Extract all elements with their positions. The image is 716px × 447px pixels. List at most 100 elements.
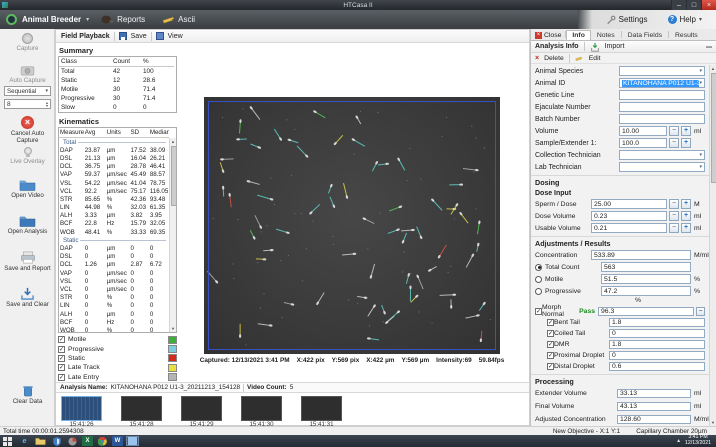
edit-button[interactable]: Edit	[589, 55, 601, 62]
checkbox[interactable]: ✓	[547, 341, 554, 348]
save-button[interactable]: Save	[131, 33, 147, 40]
text-field[interactable]: 0	[609, 351, 705, 360]
tray-expand-icon[interactable]: ▲	[676, 438, 681, 444]
dropdown-field[interactable]: ▾	[619, 66, 705, 76]
app-menu-caret-icon[interactable]: ▾	[86, 16, 89, 23]
text-field[interactable]: 100.0	[619, 138, 667, 148]
dropdown-field[interactable]: ▾	[619, 162, 705, 172]
radio-button[interactable]	[535, 288, 542, 295]
video-thumbnail[interactable]: 15:41:26	[61, 396, 102, 428]
text-field[interactable]: 10.00	[619, 126, 667, 136]
reports-button[interactable]: Reports	[94, 14, 151, 25]
checkbox[interactable]: ✓	[535, 308, 542, 315]
capture-mode-select[interactable]: Sequential▾	[0, 86, 55, 96]
checkbox[interactable]: ✓	[58, 346, 65, 353]
decrement-button[interactable]: −	[669, 199, 679, 209]
text-field[interactable]: 43.13	[617, 402, 691, 412]
text-field[interactable]: 0.21	[591, 223, 667, 233]
security-shield-icon[interactable]	[50, 436, 63, 446]
import-button[interactable]: Import	[605, 43, 625, 50]
save-and-report-button[interactable]: Save and Report	[0, 251, 55, 272]
video-thumbnail[interactable]: 15:41:30	[241, 396, 282, 428]
dropdown-field[interactable]: KITANOHANA P012 U1-3▾	[619, 78, 705, 88]
checkbox[interactable]: ✓	[58, 364, 65, 371]
text-field[interactable]	[619, 90, 705, 100]
start-button[interactable]	[2, 436, 15, 446]
text-field[interactable]: 51.5	[601, 274, 691, 284]
open-video-button[interactable]: Open Video	[0, 179, 55, 199]
field-playback-button[interactable]: Field Playback	[61, 33, 110, 40]
video-thumbnail-image[interactable]	[301, 396, 342, 421]
internet-explorer-icon[interactable]: e	[18, 436, 31, 446]
app-menu-button[interactable]: Animal Breeder	[22, 15, 81, 24]
radio-button[interactable]	[535, 276, 542, 283]
micrograph-viewport[interactable]	[204, 97, 500, 354]
text-field[interactable]: 563	[601, 262, 691, 272]
text-field[interactable]: 96.3	[598, 307, 694, 316]
collapse-button[interactable]: −	[696, 307, 705, 316]
text-field[interactable]: 0	[609, 329, 705, 338]
maximize-button[interactable]: □	[686, 0, 701, 10]
file-explorer-icon[interactable]	[34, 436, 47, 446]
delete-button[interactable]: Delete	[544, 55, 564, 62]
increment-button[interactable]: +	[681, 211, 691, 221]
live-overlay-button[interactable]: Live Overlay	[0, 147, 55, 165]
video-thumbnail-image[interactable]	[181, 396, 222, 421]
increment-button[interactable]: +	[681, 199, 691, 209]
decrement-button[interactable]: −	[669, 211, 679, 221]
increment-button[interactable]: +	[681, 126, 691, 136]
tab-results[interactable]: Results	[669, 30, 704, 40]
tab-data-fields[interactable]: Data Fields	[622, 30, 668, 40]
capture-button[interactable]: Capture	[0, 33, 55, 52]
htcasa-taskbar-icon[interactable]	[126, 436, 139, 446]
decrement-button[interactable]: −	[669, 126, 679, 136]
settings-button[interactable]: Settings	[600, 15, 654, 25]
increment-button[interactable]: +	[681, 138, 691, 148]
kinematics-scrollbar[interactable]: ▲ ▼	[169, 138, 176, 332]
video-thumbnail-image[interactable]	[121, 396, 162, 421]
pin-icon[interactable]: ▬	[706, 44, 712, 50]
checkbox[interactable]: ✓	[547, 363, 554, 370]
decrement-button[interactable]: −	[669, 138, 679, 148]
checkbox[interactable]: ✓	[547, 319, 554, 326]
text-field[interactable]: 47.2	[601, 286, 691, 296]
close-analysis-button[interactable]: × Close	[533, 32, 565, 40]
checkbox[interactable]: ✓	[58, 374, 65, 381]
chrome-icon[interactable]	[96, 436, 109, 446]
tab-notes[interactable]: Notes	[591, 30, 621, 40]
text-field[interactable]: 33.13	[617, 389, 691, 399]
excel-icon[interactable]: X	[82, 436, 93, 446]
dropdown-field[interactable]: ▾	[619, 150, 705, 160]
ascii-button[interactable]: Ascii	[156, 15, 201, 25]
checkbox[interactable]: ✓	[58, 336, 65, 343]
text-field[interactable]	[619, 102, 705, 112]
text-field[interactable]: 533.89	[591, 250, 691, 260]
decrement-button[interactable]: −	[669, 223, 679, 233]
text-field[interactable]: 0.6	[609, 362, 705, 371]
tab-info[interactable]: Info	[566, 30, 590, 40]
text-field[interactable]: 128.60	[617, 415, 691, 425]
video-thumbnail[interactable]: 15:41:31	[301, 396, 342, 428]
word-icon[interactable]: W	[112, 436, 123, 446]
right-panel-scrollbar[interactable]: ▲ ▼	[709, 65, 716, 426]
text-field[interactable]: 0.23	[591, 211, 667, 221]
text-field[interactable]: 25.00	[591, 199, 667, 209]
video-thumbnail-image[interactable]	[241, 396, 282, 421]
capture-count-stepper[interactable]: 8▴▾	[0, 99, 55, 109]
view-button[interactable]: View	[168, 33, 183, 40]
checkbox[interactable]: ✓	[547, 330, 554, 337]
text-field[interactable]	[619, 114, 705, 124]
checkbox[interactable]: ✓	[547, 352, 554, 359]
video-thumbnail[interactable]: 15:41:28	[121, 396, 162, 428]
checkbox[interactable]: ✓	[58, 355, 65, 362]
app-orb-icon[interactable]	[66, 436, 79, 446]
radio-button[interactable]	[535, 264, 542, 271]
close-button[interactable]: ×	[701, 0, 716, 10]
cancel-auto-capture-button[interactable]: × Cancel Auto Capture	[0, 116, 55, 144]
taskbar-clock[interactable]: 3:41 PM 12/13/2021	[685, 435, 714, 446]
video-thumbnail-image[interactable]	[61, 396, 102, 421]
text-field[interactable]: 1.8	[609, 318, 705, 327]
text-field[interactable]: 1.8	[609, 340, 705, 349]
clear-data-button[interactable]: Clear Data	[0, 384, 55, 405]
minimize-button[interactable]: –	[671, 0, 686, 10]
